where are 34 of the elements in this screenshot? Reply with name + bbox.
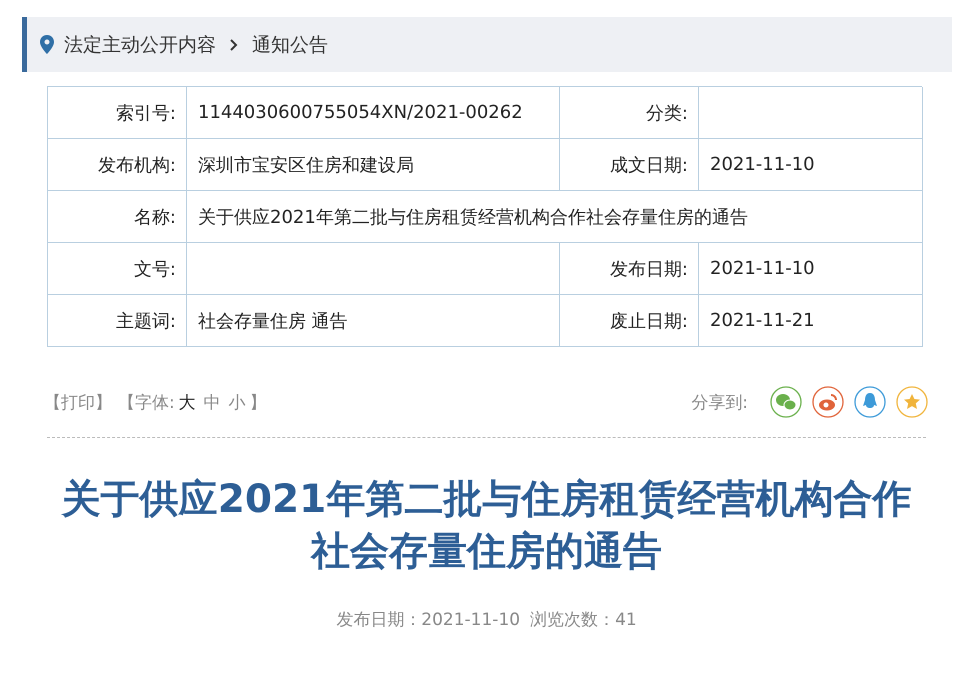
field-value: 2021-11-21 (710, 310, 815, 331)
wechat-share-icon[interactable] (770, 386, 802, 418)
qzone-share-icon[interactable] (896, 386, 928, 418)
field-label: 发布日期: (610, 258, 688, 280)
field-label: 发布机构: (98, 154, 176, 176)
font-size-option[interactable]: 小 (228, 390, 246, 414)
view-count: 浏览次数：41 (530, 609, 637, 631)
weibo-share-icon[interactable] (812, 386, 844, 418)
field-value: 2021-11-10 (710, 154, 815, 175)
font-size-option[interactable]: 中 (204, 390, 221, 414)
font-size-option[interactable]: 大 (178, 390, 196, 414)
qq-share-icon[interactable] (854, 386, 886, 418)
field-value: 社会存量住房 通告 (198, 310, 348, 332)
field-value: 关于供应2021年第二批与住房租赁经营机构合作社会存量住房的通告 (198, 206, 748, 228)
field-label: 分类: (646, 102, 688, 124)
print-link[interactable]: 【打印】 (44, 390, 112, 414)
article-title: 关于供应2021年第二批与住房租赁经营机构合作社会存量住房的通告 (60, 476, 912, 576)
chevron-right-icon (230, 38, 238, 50)
field-value: 2021-11-10 (710, 258, 815, 279)
field-label: 废止日期: (610, 310, 688, 332)
share-label: 分享到: (691, 392, 748, 414)
field-value: 深圳市宝安区住房和建设局 (198, 154, 414, 176)
location-pin-icon (40, 35, 54, 54)
publish-date: 发布日期：2021-11-10 (336, 609, 520, 631)
field-label: 索引号: (116, 102, 176, 124)
field-label: 主题词: (116, 310, 176, 332)
field-label: 成文日期: (610, 154, 688, 176)
font-size-label: 【字体: (118, 392, 175, 414)
breadcrumb-link[interactable]: 法定主动公开内容 (64, 32, 216, 58)
field-label: 文号: (134, 258, 176, 280)
field-value: 1144030600755054XN/2021-00262 (198, 102, 523, 123)
breadcrumb-link[interactable]: 通知公告 (252, 32, 328, 58)
field-label: 名称: (134, 206, 176, 228)
bracket-mark: 】 (250, 392, 267, 414)
